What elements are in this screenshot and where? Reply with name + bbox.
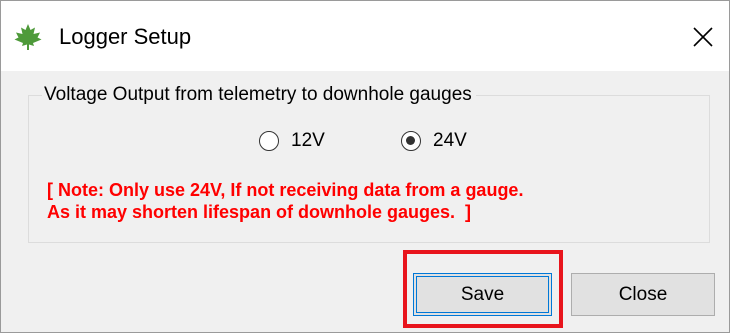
note-text: [ Note: Only use 24V, If not receiving d… bbox=[47, 179, 523, 223]
close-icon[interactable] bbox=[681, 15, 725, 59]
radio-24v-circle[interactable] bbox=[401, 131, 421, 151]
group-legend: Voltage Output from telemetry to downhol… bbox=[42, 83, 476, 107]
radio-24v-label: 24V bbox=[433, 130, 467, 151]
save-button[interactable]: Save bbox=[413, 273, 552, 316]
title-bar: Logger Setup bbox=[1, 1, 729, 71]
logger-setup-dialog: Logger Setup Voltage Output from telemet… bbox=[0, 0, 730, 333]
maple-leaf-icon bbox=[13, 22, 43, 52]
radio-24v[interactable]: 24V bbox=[401, 130, 467, 152]
window-title: Logger Setup bbox=[59, 24, 192, 49]
close-button[interactable]: Close bbox=[571, 273, 715, 316]
radio-12v[interactable]: 12V bbox=[259, 130, 325, 152]
radio-12v-label: 12V bbox=[291, 130, 325, 151]
note-line-1: [ Note: Only use 24V, If not receiving d… bbox=[47, 180, 524, 200]
note-line-2: As it may shorten lifespan of downhole g… bbox=[47, 202, 472, 222]
radio-12v-circle[interactable] bbox=[259, 131, 279, 151]
